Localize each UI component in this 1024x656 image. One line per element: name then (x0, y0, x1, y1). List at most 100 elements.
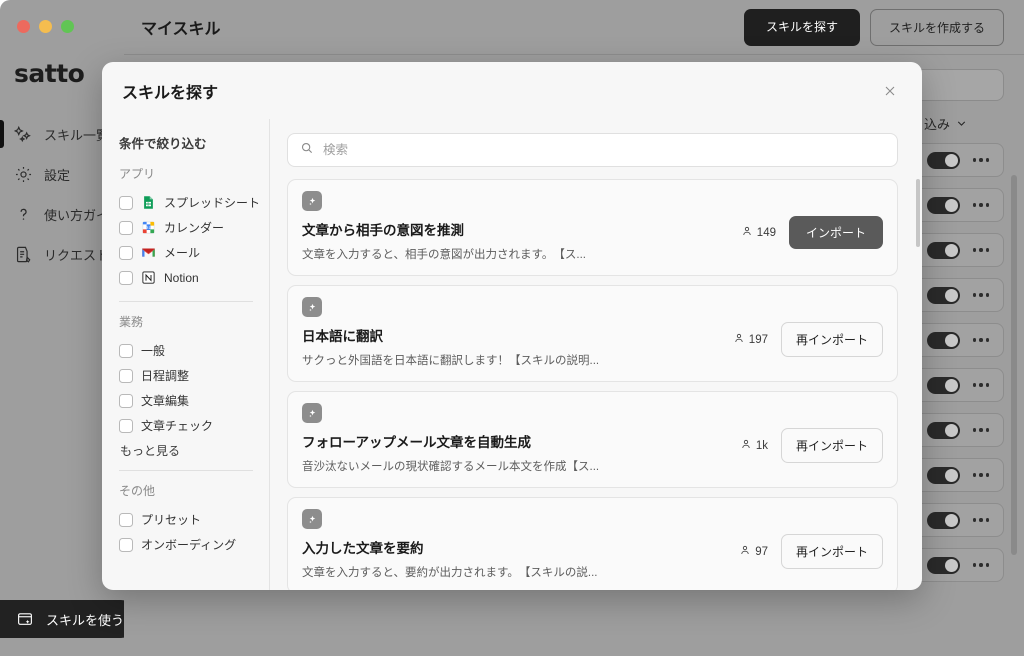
skill-card-actions: 197 再インポート (733, 322, 883, 357)
filter-item-general[interactable]: 一般 (119, 338, 255, 363)
find-skill-button[interactable]: スキルを探す (743, 8, 860, 46)
filter-item-label: カレンダー (164, 221, 225, 235)
checkbox[interactable] (119, 512, 133, 527)
skill-enable-toggle[interactable] (926, 421, 960, 439)
filter-item-label: オンボーディング (141, 538, 237, 552)
skill-enable-toggle[interactable] (926, 331, 960, 349)
divider (119, 301, 253, 302)
modal-body: 条件で絞り込む アプリ スプレッドシート 31 カレンダー メール Notion… (102, 119, 922, 590)
filter-item-mail[interactable]: メール (119, 240, 255, 265)
filter-item-scheduling[interactable]: 日程調整 (119, 363, 255, 388)
checkbox[interactable] (119, 393, 133, 408)
filter-item-label: メール (164, 246, 201, 260)
window-traffic-lights (0, 0, 124, 33)
skill-user-count-value: 197 (748, 333, 768, 346)
close-window-button[interactable] (17, 20, 30, 33)
skill-more-menu-icon[interactable] (972, 518, 989, 522)
skill-more-menu-icon[interactable] (972, 158, 989, 162)
skill-enable-toggle[interactable] (926, 466, 960, 484)
filter-group-apps: アプリ スプレッドシート 31 カレンダー メール Notion (119, 165, 260, 290)
skill-more-menu-icon[interactable] (972, 293, 989, 297)
search-input[interactable] (323, 143, 885, 157)
checkbox[interactable] (119, 343, 133, 358)
checkbox[interactable] (119, 270, 133, 285)
skill-card-description: 文章を入力すると、要約が出力されます。 【スキルの説... (302, 567, 598, 579)
skill-card[interactable]: 日本語に翻訳 サクっと外国語を日本語に翻訳します！【スキルの説明... 197 再イン… (287, 285, 898, 382)
maximize-window-button[interactable] (61, 20, 74, 33)
minimize-window-button[interactable] (39, 20, 52, 33)
filter-item-text-editing[interactable]: 文章編集 (119, 388, 255, 413)
skill-card-list: 文章から相手の意図を推測 文章を入力すると、相手の意図が出力されます。 【ス...… (287, 179, 908, 590)
checkbox[interactable] (119, 195, 133, 210)
filter-item-notion[interactable]: Notion (119, 265, 255, 290)
skill-import-button[interactable]: 再インポート (780, 428, 883, 463)
skill-more-menu-icon[interactable] (972, 248, 989, 252)
skill-card-icon (16, 610, 35, 629)
filter-item-text-check[interactable]: 文章チェック (119, 413, 255, 438)
modal-scrollbar[interactable] (916, 179, 920, 590)
modal-title: スキルを探す (122, 84, 219, 102)
skill-card-description: 音沙汰ないメールの現状確認するメール本文を作成【ス... (302, 461, 600, 473)
filter-item-label: 日程調整 (141, 369, 190, 383)
skill-more-menu-icon[interactable] (972, 203, 989, 207)
use-skill-label: スキルを使う (46, 612, 125, 628)
filter-group-label: アプリ (119, 167, 156, 181)
skill-card[interactable]: 文章から相手の意図を推測 文章を入力すると、相手の意図が出力されます。 【ス...… (287, 179, 898, 276)
search-box[interactable] (287, 133, 898, 167)
modal-scrollbar-thumb[interactable] (916, 179, 920, 247)
skill-sparkle-icon (302, 191, 322, 211)
filter-item-preset[interactable]: プリセット (119, 507, 255, 532)
filter-item-onboarding[interactable]: オンボーディング (119, 532, 255, 557)
google-calendar-icon: 31 (141, 220, 156, 235)
filter-item-label: Notion (164, 270, 199, 285)
skill-import-button[interactable]: インポート (788, 216, 883, 249)
skill-card[interactable]: フォローアップメール文章を自動生成 音沙汰ないメールの現状確認するメール本文を作成… (287, 391, 898, 488)
filter-item-label: スプレッドシート (164, 196, 261, 210)
checkbox[interactable] (119, 368, 133, 383)
checkbox[interactable] (119, 537, 133, 552)
skill-enable-toggle[interactable] (926, 376, 960, 394)
skill-sparkle-icon (302, 297, 322, 317)
checkbox[interactable] (119, 220, 133, 235)
sidebar-item-label: リクエスト (44, 247, 110, 263)
skill-more-menu-icon[interactable] (972, 338, 989, 342)
use-skill-button[interactable]: スキルを使う (0, 600, 140, 638)
skill-more-menu-icon[interactable] (972, 563, 989, 567)
skill-enable-toggle[interactable] (926, 241, 960, 259)
main-scrollbar[interactable] (1011, 175, 1017, 555)
person-icon (739, 544, 751, 559)
person-icon (740, 438, 752, 453)
filter-item-calendar[interactable]: 31 カレンダー (119, 215, 255, 240)
filter-group-label: 業務 (119, 315, 144, 329)
skill-user-count: 149 (741, 225, 776, 240)
skill-card-actions: 1k 再インポート (740, 428, 883, 463)
filter-panel-heading: 条件で絞り込む (119, 137, 207, 151)
skill-enable-toggle[interactable] (926, 511, 960, 529)
question-mark-icon (14, 205, 33, 224)
sidebar-item-label: スキル一覧 (44, 127, 110, 143)
filter-item-label: プリセット (141, 513, 202, 527)
skill-enable-toggle[interactable] (926, 556, 960, 574)
search-icon (300, 141, 314, 160)
skill-user-count-value: 97 (755, 545, 768, 558)
skill-card[interactable]: 入力した文章を要約 文章を入力すると、要約が出力されます。 【スキルの説... 97… (287, 497, 898, 590)
skill-enable-toggle[interactable] (926, 286, 960, 304)
skill-more-menu-icon[interactable] (972, 473, 989, 477)
skill-card-description: サクっと外国語を日本語に翻訳します！【スキルの説明... (302, 355, 600, 367)
skill-enable-toggle[interactable] (926, 196, 960, 214)
checkbox[interactable] (119, 418, 133, 433)
results-panel: 文章から相手の意図を推測文章を入力すると、相手の意図が出力されます。 【ス...… (270, 119, 922, 590)
filter-item-spreadsheet[interactable]: スプレッドシート (119, 190, 260, 215)
close-icon[interactable] (878, 79, 902, 103)
show-more-link[interactable]: もっと見る (120, 442, 255, 459)
skill-more-menu-icon[interactable] (972, 383, 989, 387)
person-icon (741, 225, 753, 240)
skill-import-button[interactable]: 再インポート (780, 534, 883, 569)
checkbox[interactable] (119, 245, 133, 260)
skill-more-menu-icon[interactable] (972, 428, 989, 432)
find-skill-modal: スキルを探す 条件で絞り込む アプリ スプレッドシート 31 カレンダー メール… (102, 62, 922, 590)
skill-sparkle-icon (302, 509, 322, 529)
skill-enable-toggle[interactable] (926, 151, 960, 169)
create-skill-button[interactable]: スキルを作成する (869, 8, 1004, 46)
skill-import-button[interactable]: 再インポート (780, 322, 883, 357)
